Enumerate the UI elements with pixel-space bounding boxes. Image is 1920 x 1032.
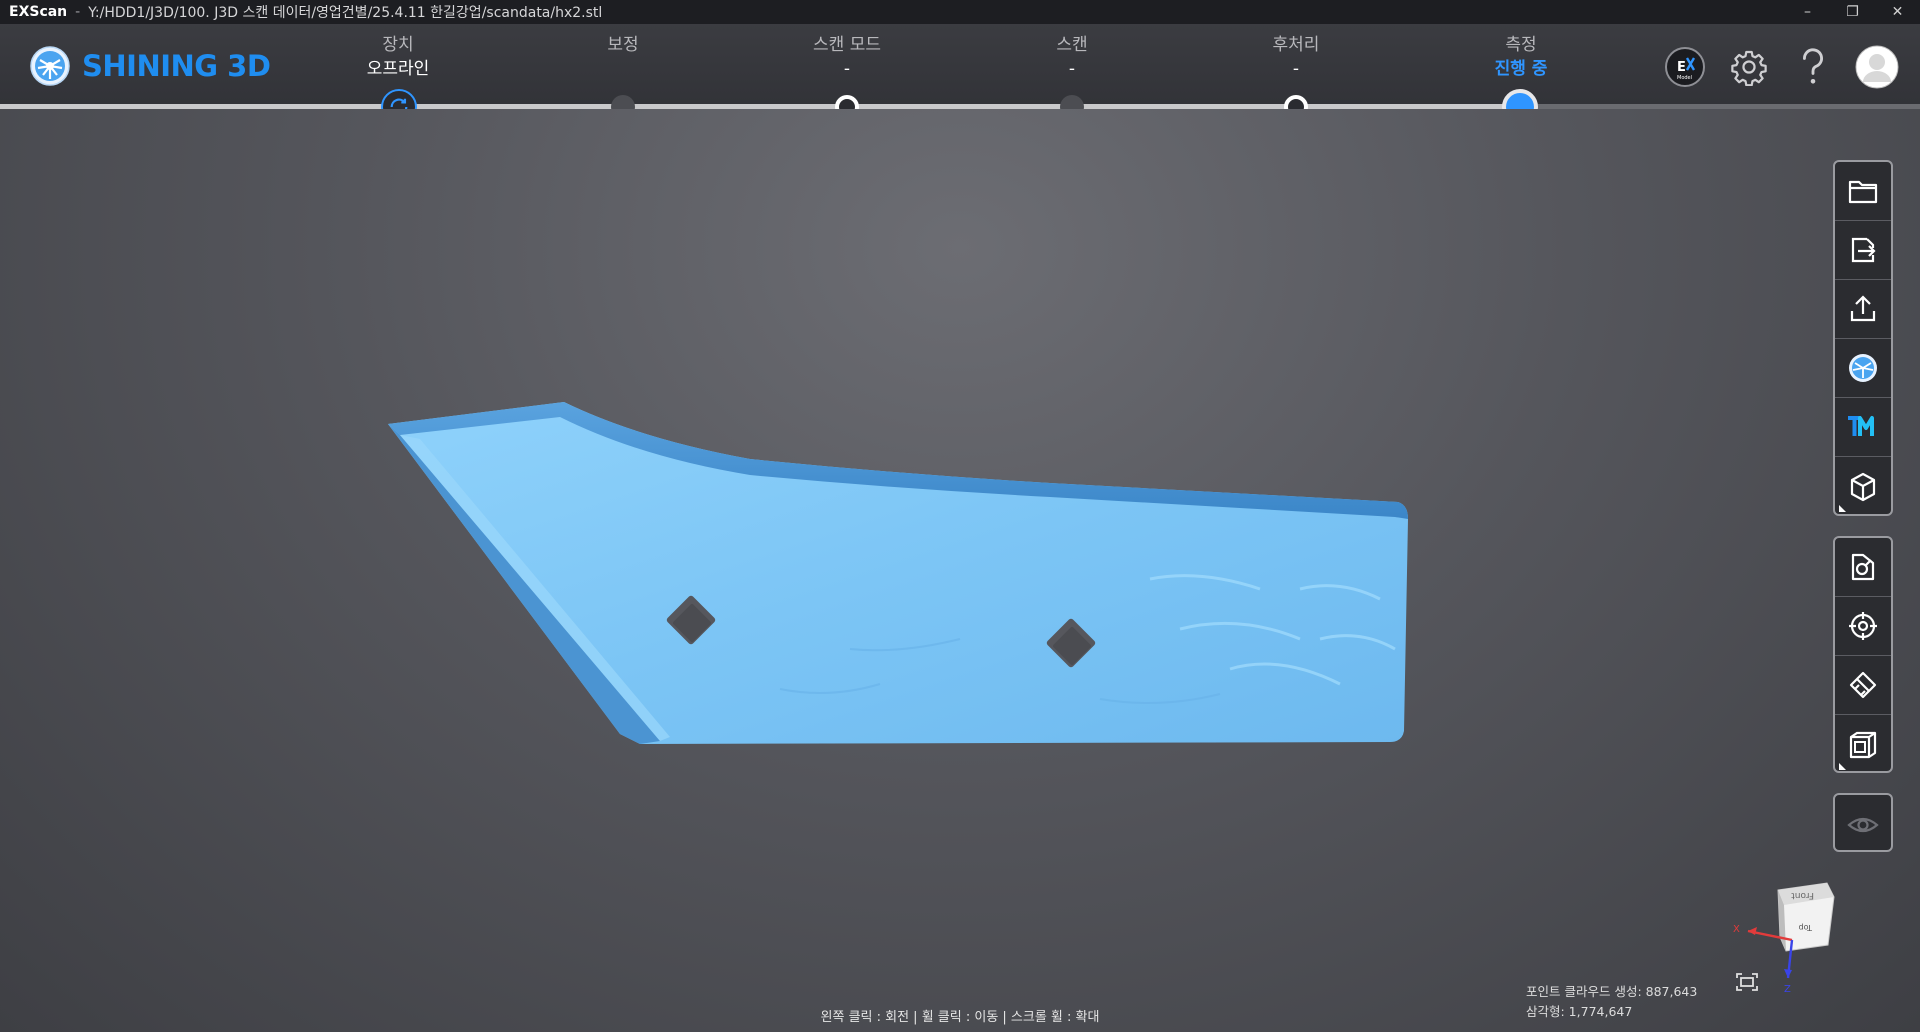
axis-z-label: Z [1784,984,1791,995]
shining-3d-logo: SHINING 3D [30,46,271,86]
step-scan-mode[interactable]: 스캔 모드 - [747,34,947,82]
fit-view-icon [1736,973,1758,991]
step-title: 보정 [607,35,639,55]
step-title: 스캔 [1056,35,1088,55]
ex-model-icon[interactable]: E Model [1662,44,1708,90]
step-status: - [1068,59,1076,79]
step-title: 스캔 모드 [813,35,881,55]
step-status: 오프라인 [366,59,430,79]
3d-box-button[interactable] [1835,457,1891,514]
shining-app-icon [1849,354,1877,382]
view-toolbar [1833,793,1893,852]
target-crosshair-button[interactable] [1835,597,1891,656]
mouse-hint-bar: 왼쪽 클릭 : 회전 | 휠 클릭 : 이동 | 스크롤 휠 : 확대 [820,1010,1100,1025]
shining-app-button[interactable] [1835,339,1891,398]
step-title: 측정 [1505,35,1537,55]
open-folder-button[interactable] [1835,162,1891,221]
step-post-processing[interactable]: 후처리 - [1196,34,1396,82]
svg-text:E: E [1677,60,1686,75]
axis-x-label: X [1733,924,1740,935]
cube-face-top: Top [1799,923,1814,932]
minimize-button[interactable]: – [1785,0,1830,24]
target-crosshair-icon [1849,612,1877,640]
step-status: - [843,59,851,79]
edit-toolbar [1833,536,1893,773]
svg-text:Model: Model [1677,75,1692,81]
step-device[interactable]: 장치 오프라인 [298,34,498,82]
shining-3d-logo-icon [30,46,70,86]
3d-box-icon [1850,472,1876,501]
upload-share-button[interactable] [1835,280,1891,339]
step-measurement[interactable]: 측정 진행 중 [1421,34,1621,82]
step-title: 장치 [382,35,414,55]
submenu-indicator [1839,763,1846,770]
user-avatar-icon[interactable] [1854,44,1900,90]
export-button[interactable] [1835,221,1891,280]
wireframe-cube-button[interactable] [1835,715,1891,771]
window-controls: – ❐ ✕ [1785,0,1920,24]
app-name: EXScan [9,4,68,20]
export-icon [1851,237,1876,263]
title-bar: EXScan - Y:/HDD1/J3D/100. J3D 스캔 데이터/영업건… [0,0,1920,24]
scan-model[interactable] [0,109,1920,1032]
step-status: - [1292,59,1300,79]
3d-viewport[interactable] [0,109,1920,1032]
exscan-app-window: EXScan - Y:/HDD1/J3D/100. J3D 스캔 데이터/영업건… [0,0,1920,1032]
file-toolbar [1833,160,1893,516]
close-button[interactable]: ✕ [1875,0,1920,24]
object-select-button[interactable] [1835,538,1891,597]
title-separator: - [75,4,81,20]
app-header: SHINING 3D 장치 오프라인 보정 스캔 모드 - 스캔 - 후처리 -… [0,24,1920,104]
upload-share-icon [1850,295,1876,322]
step-title: 후처리 [1272,35,1320,55]
step-status: 진행 중 [1494,59,1548,79]
restore-button[interactable]: ❐ [1830,0,1875,24]
open-folder-icon [1848,180,1878,204]
measure-tool-button[interactable] [1835,656,1891,715]
help-icon[interactable] [1790,44,1836,90]
measure-tool-icon [1849,671,1877,699]
visibility-eye-icon [1847,817,1879,832]
object-select-icon [1851,553,1875,581]
wireframe-cube-icon [1849,731,1877,758]
submenu-indicator [1839,505,1846,512]
step-scan[interactable]: 스캔 - [972,34,1172,82]
tm-logo-icon [1848,416,1874,436]
cube-face-front: Front [1791,890,1814,900]
header-icons: E Model [1662,44,1900,90]
point-cloud-count: 포인트 클라우드 생성: 887,643 [1526,984,1698,999]
file-path: Y:/HDD1/J3D/100. J3D 스캔 데이터/영업건별/25.4.11… [88,5,603,21]
visibility-toggle-button[interactable] [1835,795,1891,850]
settings-gear-icon[interactable] [1726,44,1772,90]
tm-logo-button[interactable] [1835,398,1891,457]
fit-view-button[interactable] [1733,970,1761,994]
step-calibration[interactable]: 보정 [523,34,723,56]
logo-text: SHINING 3D [82,49,271,83]
